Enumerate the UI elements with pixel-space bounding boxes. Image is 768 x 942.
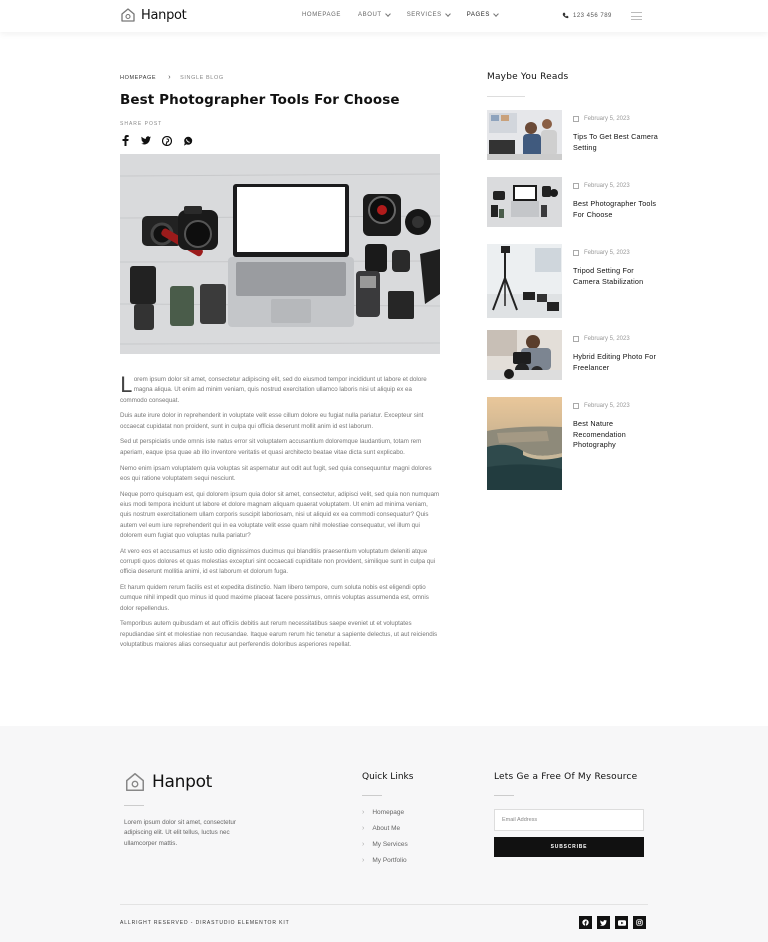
post-date: February 5, 2023 (573, 183, 630, 189)
phone-contact[interactable]: 123 456 789 (562, 12, 612, 19)
pinterest-icon[interactable] (162, 135, 172, 146)
copyright: Allright Reserved - Dirastudio Elementor… (120, 920, 290, 926)
site-footer: Hanpot Lorem ipsum dolor sit amet, conse… (0, 726, 768, 942)
divider (362, 795, 382, 796)
whatsapp-icon[interactable] (183, 135, 193, 146)
footer-logo[interactable]: Hanpot (124, 771, 212, 793)
twitter-icon[interactable] (597, 916, 610, 929)
article-body: Lorem ipsum dolor sit amet, consectetur … (120, 375, 440, 656)
calendar-icon (573, 116, 579, 122)
newsletter-title: Lets Ge a Free Of My Resource (494, 772, 638, 782)
nav-label: About (358, 12, 382, 18)
nav-item-homepage[interactable]: Homepage (302, 12, 341, 18)
main-nav: Homepage About Services Pages (302, 10, 515, 18)
email-field[interactable] (494, 809, 644, 831)
facebook-icon[interactable] (120, 135, 130, 146)
post-title-link[interactable]: Tips To Get Best Camera Setting (573, 132, 659, 153)
calendar-icon (573, 403, 579, 409)
youtube-icon[interactable] (615, 916, 628, 929)
twitter-icon[interactable] (141, 135, 151, 146)
post-title-link[interactable]: Tripod Setting For Camera Stabilization (573, 266, 659, 287)
brand-logo[interactable]: Hanpot (120, 7, 187, 23)
hamburger-icon[interactable] (631, 12, 642, 20)
divider (124, 805, 144, 806)
site-header: Hanpot Homepage About Services Pages 123… (0, 0, 768, 32)
phone-icon (562, 12, 569, 19)
chevron-down-icon (384, 10, 391, 17)
page-title: Best Photographer Tools For Choose (120, 92, 400, 108)
sidebar-title: Maybe You Reads (487, 72, 569, 82)
share-label: Share Post (120, 121, 163, 127)
nav-item-pages[interactable]: Pages (466, 10, 499, 18)
breadcrumb-current: Single Blog (180, 74, 224, 81)
calendar-icon (573, 250, 579, 256)
divider (120, 904, 648, 905)
footer-description: Lorem ipsum dolor sit amet, consectetur … (124, 819, 236, 847)
post-thumbnail (487, 244, 562, 318)
post-thumbnail (487, 397, 562, 490)
paragraph: Lorem ipsum dolor sit amet, consectetur … (120, 373, 427, 404)
home-icon (125, 772, 145, 792)
paragraph: Sed ut perspiciatis unde omnis iste natu… (120, 438, 422, 456)
post-date: February 5, 2023 (573, 403, 630, 409)
calendar-icon (573, 183, 579, 189)
breadcrumb-home[interactable]: Homepage (120, 75, 156, 81)
chevron-right-icon: › (362, 857, 365, 864)
instagram-icon[interactable] (633, 916, 646, 929)
post-title-link[interactable]: Best Photographer Tools For Choose (573, 199, 659, 220)
post-date: February 5, 2023 (573, 336, 630, 342)
chevron-down-icon (493, 10, 499, 17)
quick-links-title: Quick Links (362, 772, 414, 782)
nav-label: Pages (466, 12, 490, 18)
paragraph: Temporibus autem quibusdam et aut offici… (120, 620, 438, 649)
quick-link-about[interactable]: › About Me (362, 825, 400, 832)
post-title-link[interactable]: Best Nature Recomendation Photography (573, 419, 659, 451)
social-links (579, 916, 651, 929)
subscribe-button[interactable]: Subscribe (494, 837, 644, 857)
paragraph: Duis aute irure dolor in reprehenderit i… (120, 412, 424, 430)
chevron-right-icon: › (168, 74, 172, 81)
post-thumbnail (487, 330, 562, 380)
quick-link-homepage[interactable]: › Homepage (362, 809, 404, 816)
paragraph: Neque porro quisquam est, qui dolorem ip… (120, 490, 440, 539)
chevron-right-icon: › (362, 809, 365, 816)
nav-label: Services (406, 12, 442, 18)
paragraph: Nemo enim ipsam voluptatem quia voluptas… (120, 464, 432, 482)
post-thumbnail (487, 177, 562, 227)
nav-item-services[interactable]: Services (406, 10, 451, 18)
chevron-down-icon (444, 10, 451, 17)
brand-name: Hanpot (141, 7, 187, 23)
breadcrumb: Homepage › Single Blog (120, 74, 224, 81)
post-date: February 5, 2023 (573, 250, 630, 256)
divider (494, 795, 514, 796)
facebook-icon[interactable] (579, 916, 592, 929)
post-title-link[interactable]: Hybrid Editing Photo For Freelancer (573, 352, 659, 373)
share-icons (120, 135, 204, 146)
home-icon (121, 8, 135, 22)
chevron-right-icon: › (362, 825, 365, 832)
quick-link-services[interactable]: › My Services (362, 841, 408, 848)
hero-image (120, 154, 440, 354)
nav-item-about[interactable]: About (358, 10, 391, 18)
paragraph: At vero eos et accusamus et iusto odio d… (120, 547, 436, 576)
calendar-icon (573, 336, 579, 342)
phone-number: 123 456 789 (573, 12, 612, 19)
paragraph: Et harum quidem rerum facilis est et exp… (120, 584, 429, 612)
post-thumbnail (487, 110, 562, 160)
chevron-right-icon: › (362, 841, 365, 848)
nav-label: Homepage (302, 12, 342, 18)
quick-link-portfolio[interactable]: › My Portfolio (362, 857, 407, 864)
divider (487, 96, 525, 97)
post-date: February 5, 2023 (573, 116, 630, 122)
footer-brand-name: Hanpot (152, 772, 213, 792)
dropcap: L (120, 373, 132, 397)
